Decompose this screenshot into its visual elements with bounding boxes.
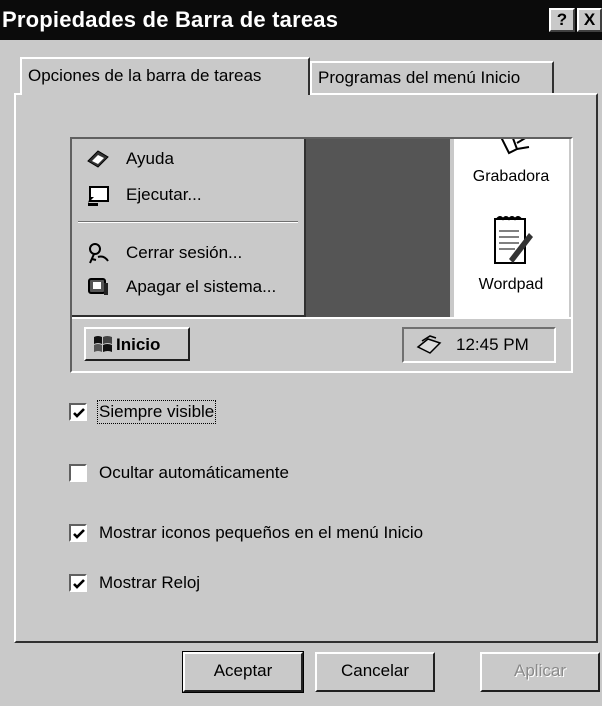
title-bar[interactable]: Propiedades de Barra de tareas ? X bbox=[0, 0, 602, 40]
taskbar-preview: Grabadora Wordpad Ayuda Ejecutar... Cerr… bbox=[70, 137, 573, 373]
check-icon bbox=[73, 579, 85, 589]
run-icon bbox=[88, 186, 109, 206]
clock-text: 12:45 PM bbox=[456, 335, 529, 354]
tab-taskbar-options[interactable]: Opciones de la barra de tareas bbox=[20, 57, 310, 95]
checkbox-box[interactable] bbox=[69, 464, 87, 482]
help-button[interactable]: ? bbox=[549, 8, 575, 32]
menu-separator bbox=[78, 221, 298, 223]
preview-desktop-dark bbox=[302, 139, 450, 319]
desktop-icon-grabadora: Grabadora bbox=[452, 139, 570, 186]
preview-system-tray: 12:45 PM bbox=[402, 327, 556, 363]
desktop-icon-label: Grabadora bbox=[472, 168, 550, 185]
checkbox-label: Mostrar Reloj bbox=[99, 573, 201, 592]
checkbox-label: Ocultar automáticamente bbox=[99, 463, 289, 482]
help-icon: ? bbox=[556, 10, 568, 29]
cancel-button[interactable]: Cancelar bbox=[315, 652, 435, 692]
menu-item-label: Cerrar sesión... bbox=[126, 243, 243, 262]
sound-recorder-icon bbox=[500, 139, 530, 155]
checkbox-box[interactable] bbox=[69, 524, 87, 542]
menu-item-label: Apagar el sistema... bbox=[126, 277, 277, 296]
checkbox-label: Siempre visible bbox=[96, 400, 217, 424]
preview-start-menu: Ayuda Ejecutar... Cerrar sesión... Apaga… bbox=[72, 139, 306, 317]
ok-button[interactable]: Aceptar bbox=[182, 651, 304, 693]
shutdown-computer-icon bbox=[88, 278, 108, 295]
check-icon bbox=[73, 529, 85, 539]
window-title: Propiedades de Barra de tareas bbox=[2, 7, 339, 32]
checkbox-label: Mostrar iconos pequeños en el menú Inici… bbox=[99, 523, 424, 542]
preview-start-button: Inicio bbox=[84, 327, 190, 361]
menu-item-label: Ayuda bbox=[126, 149, 174, 168]
printer-icon bbox=[416, 335, 442, 354]
check-icon bbox=[73, 408, 85, 418]
desktop-icon-wordpad: Wordpad bbox=[452, 215, 570, 294]
wordpad-icon bbox=[494, 216, 533, 264]
menu-item-label: Ejecutar... bbox=[126, 185, 202, 204]
tab-label: Programas del menú Inicio bbox=[318, 68, 521, 87]
preview-taskbar: Inicio 12:45 PM bbox=[72, 317, 571, 371]
windows-logo-icon bbox=[94, 336, 112, 352]
desktop-icon-label: Wordpad bbox=[478, 276, 544, 293]
tab-start-menu-programs[interactable]: Programas del menú Inicio bbox=[310, 61, 554, 95]
close-icon: X bbox=[583, 10, 596, 29]
start-button-label: Inicio bbox=[116, 335, 161, 354]
tab-panel: Grabadora Wordpad Ayuda Ejecutar... Cerr… bbox=[14, 93, 598, 643]
checkbox-box[interactable] bbox=[69, 403, 87, 421]
apply-button[interactable]: Aplicar bbox=[480, 652, 600, 692]
checkbox-box[interactable] bbox=[69, 574, 87, 592]
close-button[interactable]: X bbox=[577, 8, 602, 32]
tab-label: Opciones de la barra de tareas bbox=[28, 66, 262, 85]
logoff-keys-icon bbox=[89, 243, 109, 264]
help-book-icon bbox=[87, 150, 109, 168]
